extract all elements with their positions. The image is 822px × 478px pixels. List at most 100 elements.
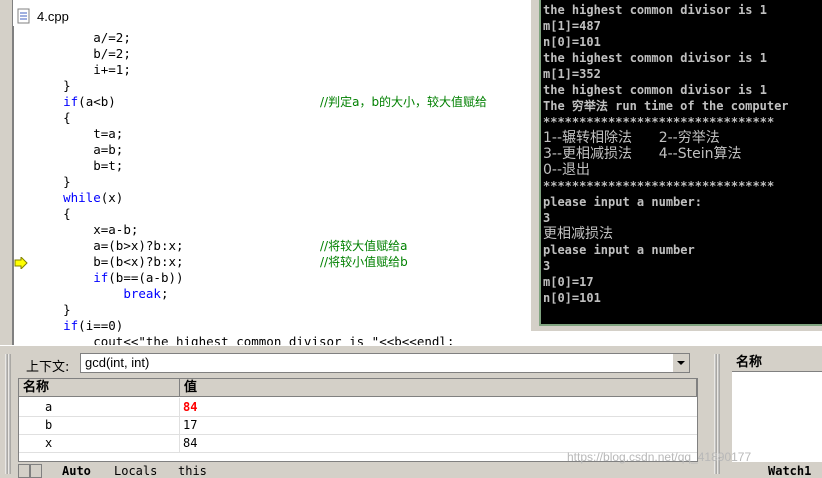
code-line: }	[33, 78, 71, 94]
variable-row[interactable]: a 84	[19, 398, 697, 417]
code-line: if(i==0)	[33, 318, 123, 334]
watermark: https://blog.csdn.net/qq_41890177	[567, 450, 752, 464]
code-line: if(a<b)	[33, 94, 116, 110]
current-line-arrow-icon	[14, 257, 28, 269]
watch-column-header-name[interactable]: 名称	[732, 354, 822, 372]
console-line: n[0]=101	[543, 291, 601, 305]
variables-tabs: Auto Locals this	[18, 464, 698, 478]
code-line: a=b;	[33, 142, 123, 158]
code-text: (x)	[100, 190, 124, 205]
code-keyword: if	[63, 318, 79, 333]
code-text: (a<b)	[78, 94, 116, 109]
code-line: a=(b>x)?b:x;	[33, 238, 184, 254]
chevron-down-icon	[677, 361, 685, 365]
code-line: {	[33, 206, 71, 222]
code-keyword: break	[123, 286, 161, 301]
console-line: n[0]=101	[543, 35, 601, 49]
console-window: the highest common divisor is 1 m[1]=487 n…	[530, 0, 822, 331]
variable-name: x	[45, 436, 53, 450]
variable-row[interactable]: b 17	[19, 416, 697, 435]
watch-list[interactable]	[732, 372, 822, 462]
code-line: b=t;	[33, 158, 123, 174]
code-line: x=a-b;	[33, 222, 138, 238]
code-text: b=(b<x)?b:x;	[93, 254, 184, 269]
code-line: b/=2;	[33, 46, 131, 62]
console-line: m[1]=352	[543, 67, 601, 81]
code-text: x=a-b;	[93, 222, 139, 237]
column-separator	[179, 434, 180, 452]
console-line: 3	[543, 211, 551, 225]
context-label: 上下文:	[26, 360, 70, 375]
code-line: a/=2;	[33, 30, 131, 46]
console-line: 3--更相减损法 4--Stein算法	[543, 146, 742, 162]
console-line: m[1]=487	[543, 19, 601, 33]
panel-grip[interactable]	[3, 354, 13, 474]
console-line: the highest common divisor is 1	[543, 3, 767, 17]
code-comment: //将较大值赋给a	[320, 239, 408, 253]
console-line: 3	[543, 259, 551, 273]
code-text: b/=2;	[93, 46, 131, 61]
variable-value: 84	[183, 436, 198, 450]
code-line: }	[33, 174, 71, 190]
column-separator	[179, 416, 180, 434]
code-text: }	[63, 302, 71, 317]
context-select[interactable]: gcd(int, int)	[80, 353, 690, 373]
console-line: please input a number	[543, 243, 695, 257]
console-line: 更相减损法	[543, 226, 613, 242]
code-keyword: while	[63, 190, 101, 205]
console-line: ********************************	[543, 179, 775, 193]
breakpoint-gutter[interactable]	[14, 26, 32, 347]
code-line: while(x)	[33, 190, 123, 206]
tab-watch1[interactable]: Watch1	[768, 464, 811, 478]
variable-value: 17	[183, 418, 198, 432]
code-comment: //将较小值赋给b	[320, 255, 408, 269]
code-text: }	[63, 174, 71, 189]
code-line: t=a;	[33, 126, 123, 142]
console-screen[interactable]: the highest common divisor is 1 m[1]=487 n…	[539, 0, 822, 326]
code-text: a/=2;	[93, 30, 131, 45]
code-text: a=b;	[93, 142, 124, 157]
console-line: 0--退出	[543, 162, 591, 178]
code-text: i+=1;	[93, 62, 131, 77]
code-text: (b==(a-b))	[108, 270, 184, 285]
code-comment: //判定a，b的大小，较大值赋给	[320, 95, 488, 109]
code-line: b=(b<x)?b:x;	[33, 254, 184, 270]
console-line: The 穷举法 run time of the computer	[543, 99, 789, 113]
column-separator	[179, 398, 180, 416]
editor-title: 4.cpp	[13, 6, 573, 28]
code-text: b=t;	[93, 158, 124, 173]
code-text: t=a;	[93, 126, 124, 141]
console-line: 1--辗转相除法 2--穷举法	[543, 130, 720, 146]
code-line: {	[33, 110, 71, 126]
console-line: please input a number:	[543, 195, 702, 209]
column-header-value[interactable]: 值	[180, 379, 697, 397]
tab-scroll-left-button[interactable]	[18, 464, 30, 478]
code-line: break;	[33, 286, 168, 302]
dropdown-button[interactable]	[672, 354, 689, 372]
code-text: ;	[160, 286, 169, 301]
code-line: if(b==(a-b))	[33, 270, 184, 286]
code-text: a=(b>x)?b:x;	[93, 238, 184, 253]
tab-this[interactable]: this	[178, 464, 207, 478]
cpp-file-icon	[17, 8, 30, 24]
code-text: (i==0)	[78, 318, 124, 333]
console-line: m[0]=17	[543, 275, 594, 289]
code-keyword: if	[93, 270, 109, 285]
code-line: }	[33, 302, 71, 318]
console-line: the highest common divisor is 1	[543, 51, 767, 65]
column-header-name[interactable]: 名称	[19, 379, 180, 397]
context-value: gcd(int, int)	[85, 355, 150, 370]
code-text: }	[63, 78, 71, 93]
console-line: the highest common divisor is 1	[543, 83, 767, 97]
code-line: i+=1;	[33, 62, 131, 78]
console-line: ********************************	[543, 115, 775, 129]
tab-auto[interactable]: Auto	[62, 464, 91, 478]
variable-value: 84	[183, 400, 198, 414]
tab-locals[interactable]: Locals	[114, 464, 157, 478]
variable-name: b	[45, 418, 53, 432]
code-text: {	[63, 206, 71, 221]
tab-scroll-right-button[interactable]	[30, 464, 42, 478]
editor-filename: 4.cpp	[37, 9, 69, 24]
variable-name: a	[45, 400, 53, 414]
code-keyword: if	[63, 94, 79, 109]
